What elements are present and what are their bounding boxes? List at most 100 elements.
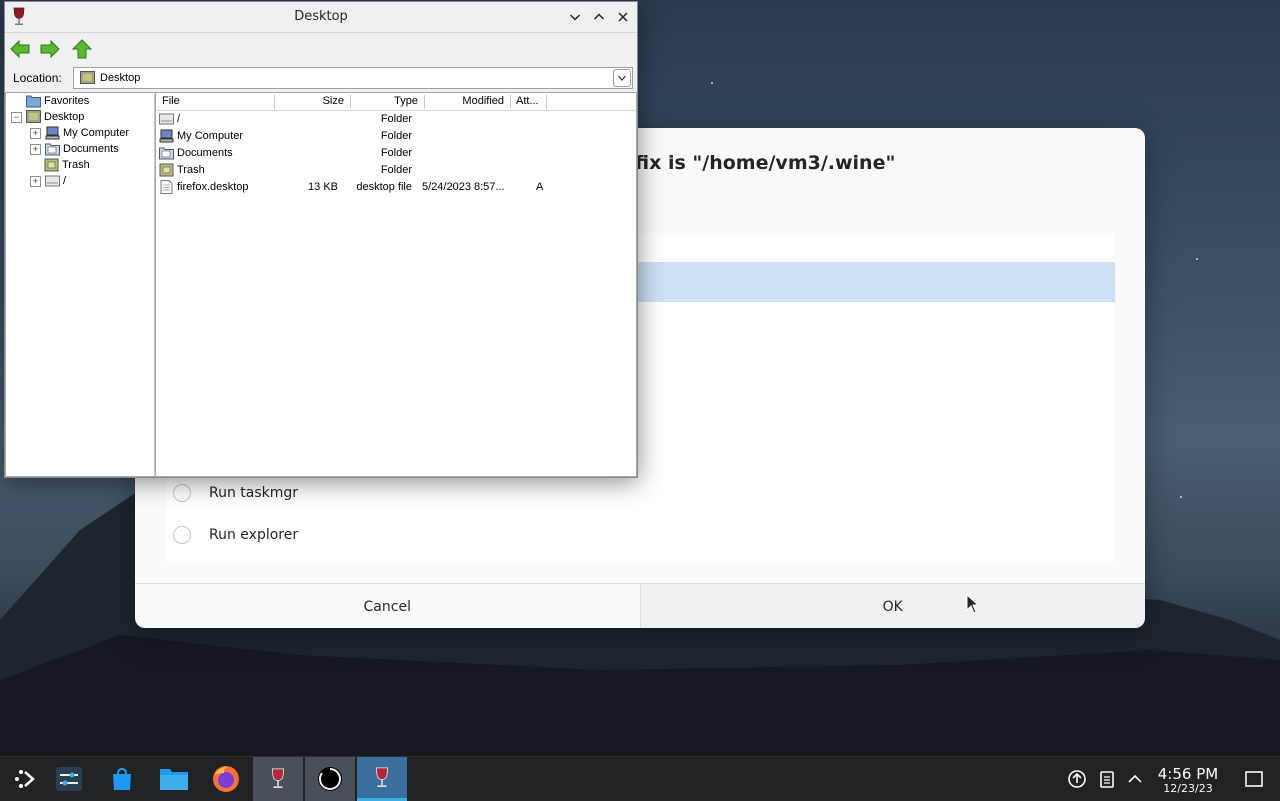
radio-button[interactable] bbox=[173, 484, 191, 502]
file-type: Folder bbox=[380, 130, 412, 142]
column-header-size[interactable]: Size bbox=[274, 95, 351, 109]
tree-item-my-computer[interactable]: + My Computer bbox=[30, 125, 129, 141]
spinner-icon bbox=[318, 767, 342, 791]
forward-arrow-icon[interactable] bbox=[39, 39, 61, 59]
wine-explorer-window: Desktop Location: Desktop Favorites − De… bbox=[4, 1, 638, 478]
wine-task[interactable] bbox=[253, 757, 303, 801]
radio-button[interactable] bbox=[173, 526, 191, 544]
system-settings-task[interactable] bbox=[44, 757, 94, 801]
show-desktop-icon[interactable] bbox=[1244, 769, 1264, 789]
tree-label: / bbox=[63, 175, 67, 187]
file-type: Folder bbox=[380, 147, 412, 159]
file-row[interactable]: Documents Folder bbox=[156, 145, 636, 162]
file-name: firefox.desktop bbox=[177, 181, 249, 193]
location-dropdown-button[interactable] bbox=[613, 69, 631, 87]
file-type: desktop file bbox=[356, 181, 412, 193]
file-list: File Size Type Modified Att... / Folder … bbox=[155, 92, 637, 477]
trash-icon bbox=[159, 163, 174, 177]
file-manager-task[interactable] bbox=[149, 757, 199, 801]
dialog-button-bar: Cancel OK bbox=[135, 583, 1145, 628]
tree-label: Documents bbox=[63, 143, 119, 155]
close-button[interactable] bbox=[613, 7, 633, 27]
clock-time: 4:56 PM bbox=[1157, 765, 1219, 783]
wallpaper-star bbox=[711, 82, 713, 84]
ok-button[interactable]: OK bbox=[639, 584, 1145, 628]
file-attributes: A bbox=[536, 181, 544, 193]
favorites-folder-icon bbox=[26, 95, 41, 108]
clock[interactable]: 4:56 PM 12/23/23 bbox=[1150, 765, 1226, 795]
option-run-explorer[interactable]: Run explorer bbox=[173, 521, 298, 549]
back-arrow-icon[interactable] bbox=[9, 39, 31, 59]
up-arrow-icon[interactable] bbox=[71, 39, 93, 59]
file-name: / bbox=[177, 113, 181, 125]
cancel-button[interactable]: Cancel bbox=[135, 584, 640, 628]
chevron-up-icon[interactable] bbox=[1125, 769, 1145, 789]
option-label: Run explorer bbox=[209, 527, 299, 543]
tree-label: Desktop bbox=[44, 111, 85, 123]
expand-toggle[interactable]: + bbox=[30, 143, 41, 155]
tree-label: Favorites bbox=[44, 95, 90, 107]
expand-toggle[interactable]: + bbox=[30, 175, 41, 187]
computer-icon bbox=[45, 126, 60, 140]
file-modified: 5/24/2023 8:57... bbox=[422, 181, 505, 193]
drive-icon bbox=[45, 175, 60, 187]
folder-icon bbox=[160, 769, 188, 790]
drive-icon bbox=[159, 113, 174, 125]
location-combobox[interactable]: Desktop bbox=[73, 67, 633, 89]
file-type: Folder bbox=[380, 113, 412, 125]
collapse-toggle[interactable]: − bbox=[11, 111, 22, 123]
launcher-icon bbox=[15, 770, 35, 788]
column-header-type[interactable]: Type bbox=[350, 95, 425, 109]
tree-item-documents[interactable]: + Documents bbox=[30, 141, 119, 157]
update-notifier-icon[interactable] bbox=[1067, 769, 1087, 789]
column-header-attributes[interactable]: Att... bbox=[510, 95, 547, 109]
taskbar: 4:56 PM 12/23/23 bbox=[0, 756, 1280, 801]
documents-folder-icon bbox=[159, 147, 174, 160]
expand-toggle[interactable]: + bbox=[30, 127, 41, 139]
file-name: Trash bbox=[177, 164, 205, 176]
file-name: My Computer bbox=[177, 130, 244, 142]
wallpaper-star bbox=[1196, 258, 1198, 260]
tree-item-favorites[interactable]: Favorites bbox=[26, 93, 89, 109]
option-run-taskmgr[interactable]: Run taskmgr bbox=[173, 479, 298, 507]
documents-folder-icon bbox=[45, 143, 60, 156]
minimize-button[interactable] bbox=[565, 7, 585, 27]
mouse-cursor-icon bbox=[966, 594, 980, 614]
file-list-header: File Size Type Modified Att... bbox=[156, 93, 636, 111]
trash-icon bbox=[44, 158, 59, 172]
wallpaper-star bbox=[1180, 496, 1182, 498]
wine-glass-icon bbox=[271, 768, 285, 788]
shopping-bag-icon bbox=[113, 767, 131, 790]
discover-store-task[interactable] bbox=[97, 757, 147, 801]
file-size: 13 KB bbox=[308, 181, 338, 193]
explorer-toolbar bbox=[5, 33, 637, 65]
loading-task[interactable] bbox=[305, 757, 355, 801]
wine-glass-icon bbox=[375, 766, 389, 787]
firefox-task[interactable] bbox=[201, 757, 251, 801]
computer-icon bbox=[159, 129, 174, 143]
maximize-button[interactable] bbox=[589, 7, 609, 27]
settings-sliders-icon bbox=[56, 767, 82, 791]
tree-item-root[interactable]: + / bbox=[30, 173, 66, 189]
clipboard-icon[interactable] bbox=[1097, 769, 1117, 789]
tree-item-desktop[interactable]: − Desktop bbox=[11, 109, 84, 125]
tree-label: My Computer bbox=[63, 127, 130, 139]
tree-item-trash[interactable]: Trash bbox=[44, 157, 90, 173]
file-row[interactable]: firefox.desktop 13 KB desktop file 5/24/… bbox=[156, 179, 636, 196]
clock-date: 12/23/23 bbox=[1163, 782, 1213, 795]
application-launcher-button[interactable] bbox=[0, 757, 50, 801]
file-type: Folder bbox=[380, 164, 412, 176]
column-header-file[interactable]: File bbox=[156, 95, 275, 109]
desktop-icon bbox=[80, 71, 95, 84]
window-title: Desktop bbox=[294, 9, 348, 24]
text-file-icon bbox=[160, 180, 173, 194]
column-header-modified[interactable]: Modified bbox=[424, 95, 511, 109]
file-row[interactable]: Trash Folder bbox=[156, 162, 636, 179]
file-row[interactable]: My Computer Folder bbox=[156, 128, 636, 145]
file-row[interactable]: / Folder bbox=[156, 111, 636, 128]
chevron-down-icon bbox=[618, 75, 626, 81]
wine-explorer-task[interactable] bbox=[357, 757, 407, 801]
window-titlebar[interactable]: Desktop bbox=[5, 2, 637, 33]
file-name: Documents bbox=[177, 147, 233, 159]
tree-label: Trash bbox=[62, 159, 90, 171]
